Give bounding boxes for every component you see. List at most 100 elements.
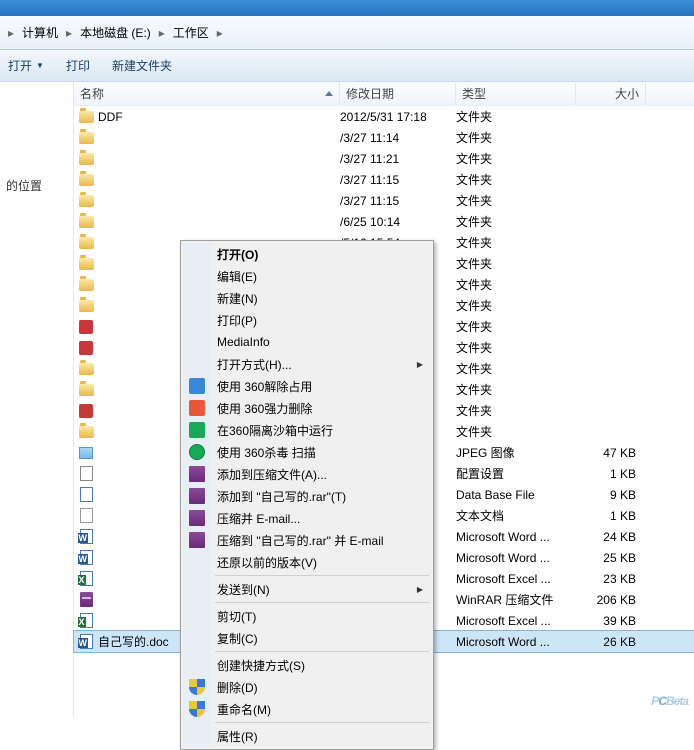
column-size[interactable]: 大小 bbox=[576, 82, 646, 105]
menu-item[interactable]: 添加到压缩文件(A)... bbox=[183, 463, 431, 485]
menu-item[interactable]: 还原以前的版本(V) bbox=[183, 551, 431, 573]
menu-item[interactable]: 编辑(E) bbox=[183, 265, 431, 287]
watermark-logo: PCBeta bbox=[651, 685, 688, 711]
menu-item-label: 添加到压缩文件(A)... bbox=[217, 466, 327, 483]
file-type: 文件夹 bbox=[456, 402, 576, 419]
menu-item-label: 删除(D) bbox=[217, 679, 258, 696]
menu-item[interactable]: 创建快捷方式(S) bbox=[183, 654, 431, 676]
file-type: Data Base File bbox=[456, 488, 576, 502]
menu-item[interactable]: 使用 360强力删除 bbox=[183, 397, 431, 419]
file-row[interactable]: /3/27 11:21文件夹 bbox=[74, 148, 694, 169]
file-row[interactable]: /3/27 11:15文件夹 bbox=[74, 190, 694, 211]
menu-item-label: 发送到(N) bbox=[217, 581, 270, 598]
menu-item[interactable]: 压缩到 "自己写的.rar" 并 E-mail bbox=[183, 529, 431, 551]
file-row[interactable]: /3/27 11:15文件夹 bbox=[74, 169, 694, 190]
file-type: 文件夹 bbox=[456, 129, 576, 146]
rar-icon bbox=[189, 532, 205, 548]
menu-item-label: 还原以前的版本(V) bbox=[217, 554, 317, 571]
file-size: 25 KB bbox=[576, 551, 646, 565]
file-date: /3/27 11:15 bbox=[340, 173, 456, 187]
breadcrumb-segment[interactable]: 工作区 bbox=[169, 24, 213, 41]
menu-item[interactable]: 打开方式(H)... bbox=[183, 353, 431, 375]
file-type: 文件夹 bbox=[456, 255, 576, 272]
menu-item[interactable]: 使用 360杀毒 扫描 bbox=[183, 441, 431, 463]
file-date: /3/27 11:14 bbox=[340, 131, 456, 145]
folder-icon bbox=[78, 235, 94, 251]
file-size: 23 KB bbox=[576, 572, 646, 586]
excel-icon bbox=[78, 613, 94, 629]
file-type: Microsoft Excel ... bbox=[456, 614, 576, 628]
file-size: 1 KB bbox=[576, 509, 646, 523]
nav-item-recent[interactable]: 的位置 bbox=[0, 174, 73, 197]
file-name: DDF bbox=[98, 110, 123, 124]
address-bar[interactable]: ▸ 计算机 ▸ 本地磁盘 (E:) ▸ 工作区 ▸ bbox=[0, 16, 694, 50]
menu-item-label: 打开(O) bbox=[217, 246, 258, 263]
column-type[interactable]: 类型 bbox=[456, 82, 576, 105]
file-date: /3/27 11:15 bbox=[340, 194, 456, 208]
file-type: Microsoft Word ... bbox=[456, 530, 576, 544]
menu-item-label: 编辑(E) bbox=[217, 268, 257, 285]
menu-item[interactable]: 打开(O) bbox=[183, 243, 431, 265]
menu-item[interactable]: 在360隔离沙箱中运行 bbox=[183, 419, 431, 441]
dropdown-arrow-icon: ▼ bbox=[36, 61, 44, 70]
image-icon bbox=[78, 445, 94, 461]
new-folder-button[interactable]: 新建文件夹 bbox=[112, 57, 172, 74]
file-name: 自己写的.doc bbox=[98, 633, 169, 650]
360b-icon bbox=[189, 400, 205, 416]
file-type: Microsoft Excel ... bbox=[456, 572, 576, 586]
menu-item-label: 添加到 "自己写的.rar"(T) bbox=[217, 488, 346, 505]
menu-item-label: 创建快捷方式(S) bbox=[217, 657, 305, 674]
folder-icon bbox=[78, 151, 94, 167]
text-icon bbox=[78, 508, 94, 524]
chevron-right-icon: ▸ bbox=[213, 26, 227, 40]
file-row[interactable]: DDF2012/5/31 17:18文件夹 bbox=[74, 106, 694, 127]
menu-item[interactable]: MediaInfo bbox=[183, 331, 431, 353]
open-button[interactable]: 打开 ▼ bbox=[8, 57, 44, 74]
file-type: 文件夹 bbox=[456, 339, 576, 356]
360a-icon bbox=[189, 378, 205, 394]
breadcrumb[interactable]: ▸ 计算机 ▸ 本地磁盘 (E:) ▸ 工作区 ▸ bbox=[4, 24, 227, 41]
rar-icon bbox=[189, 488, 205, 504]
menu-item-label: 使用 360杀毒 扫描 bbox=[217, 444, 316, 461]
file-type: 文件夹 bbox=[456, 276, 576, 293]
chevron-right-icon: ▸ bbox=[62, 26, 76, 40]
file-size: 1 KB bbox=[576, 467, 646, 481]
menu-item[interactable]: 添加到 "自己写的.rar"(T) bbox=[183, 485, 431, 507]
rar-icon bbox=[189, 510, 205, 526]
menu-item-label: 在360隔离沙箱中运行 bbox=[217, 422, 333, 439]
breadcrumb-segment[interactable]: 计算机 bbox=[18, 24, 62, 41]
breadcrumb-segment[interactable]: 本地磁盘 (E:) bbox=[76, 24, 155, 41]
menu-item[interactable]: 剪切(T) bbox=[183, 605, 431, 627]
menu-item[interactable]: 复制(C) bbox=[183, 627, 431, 649]
app-icon bbox=[78, 319, 94, 335]
menu-item[interactable]: 删除(D) bbox=[183, 676, 431, 698]
menu-item[interactable]: 属性(R) bbox=[183, 725, 431, 747]
file-size: 206 KB bbox=[576, 593, 646, 607]
file-type: 文件夹 bbox=[456, 318, 576, 335]
menu-item-label: MediaInfo bbox=[217, 335, 270, 349]
file-icon bbox=[78, 487, 94, 503]
column-name[interactable]: 名称 bbox=[74, 82, 340, 105]
file-size: 24 KB bbox=[576, 530, 646, 544]
file-type: 文本文档 bbox=[456, 507, 576, 524]
word-icon bbox=[78, 529, 94, 545]
menu-item[interactable]: 发送到(N) bbox=[183, 578, 431, 600]
menu-item-label: 压缩并 E-mail... bbox=[217, 510, 300, 527]
menu-separator bbox=[215, 602, 429, 603]
print-button[interactable]: 打印 bbox=[66, 57, 90, 74]
app-icon bbox=[78, 403, 94, 419]
column-headers: 名称 修改日期 类型 大小 bbox=[74, 82, 694, 106]
menu-item[interactable]: 打印(P) bbox=[183, 309, 431, 331]
menu-item[interactable]: 使用 360解除占用 bbox=[183, 375, 431, 397]
folder-icon bbox=[78, 277, 94, 293]
file-date: /3/27 11:21 bbox=[340, 152, 456, 166]
config-icon bbox=[78, 466, 94, 482]
column-date[interactable]: 修改日期 bbox=[340, 82, 456, 105]
menu-item[interactable]: 压缩并 E-mail... bbox=[183, 507, 431, 529]
file-type: 文件夹 bbox=[456, 381, 576, 398]
menu-item[interactable]: 新建(N) bbox=[183, 287, 431, 309]
file-row[interactable]: /3/27 11:14文件夹 bbox=[74, 127, 694, 148]
menu-item-label: 属性(R) bbox=[217, 728, 258, 745]
file-row[interactable]: /6/25 10:14文件夹 bbox=[74, 211, 694, 232]
folder-icon bbox=[78, 361, 94, 377]
